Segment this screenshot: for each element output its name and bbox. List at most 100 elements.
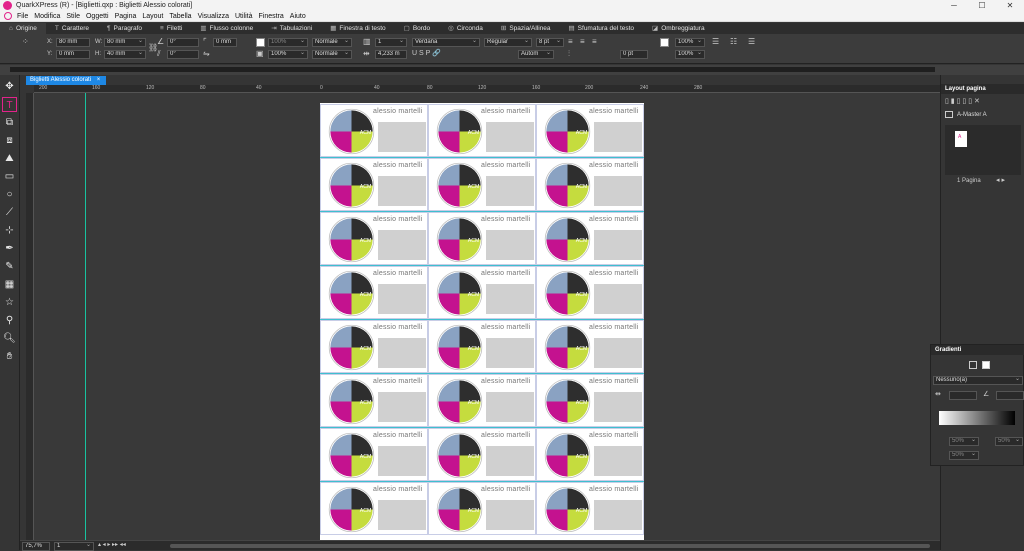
menu-oggetti[interactable]: Oggetti xyxy=(86,13,109,20)
frame-blend-field[interactable]: Normale xyxy=(312,50,352,59)
vertical-ruler[interactable] xyxy=(26,93,34,540)
menu-visualizza[interactable]: Visualizza xyxy=(198,13,229,20)
text-style-buttons[interactable]: U S P 🔗 xyxy=(412,49,441,57)
tab-filetti[interactable]: ≡ Filetti xyxy=(151,23,191,34)
gradient-pct-2[interactable]: 50% xyxy=(995,437,1023,446)
align-left-icon[interactable]: ≡ xyxy=(568,37,573,46)
text-opacity-field[interactable]: 100% xyxy=(675,38,705,47)
linking-tool-icon[interactable]: ⧉ xyxy=(2,115,17,130)
menu-finestra[interactable]: Finestra xyxy=(258,13,283,20)
zoom-tool-icon[interactable]: 🔍︎ xyxy=(2,331,17,346)
tab-ombreggiatura[interactable]: ◪ Ombreggiatura xyxy=(643,23,714,34)
numbering-icon[interactable]: ☷ xyxy=(730,37,737,46)
page-nav-icon[interactable]: ◂ ▸ xyxy=(996,176,1005,184)
pasteboard[interactable]: ACM alessio martelli ACM alessio martelli AC… xyxy=(34,93,940,540)
business-card[interactable]: ACM alessio martelli xyxy=(428,320,536,373)
business-card[interactable]: ACM alessio martelli xyxy=(536,158,644,211)
business-card[interactable]: ACM alessio martelli xyxy=(428,104,536,157)
fill-blend-field[interactable]: Normale xyxy=(312,38,352,47)
maximize-button[interactable]: ☐ xyxy=(968,0,996,11)
tab-carattere[interactable]: T Carattere xyxy=(46,23,98,34)
gradient-panel-header[interactable]: Gradienti xyxy=(931,345,1024,355)
gradient-ramp[interactable] xyxy=(939,411,1015,425)
business-card[interactable]: ACM alessio martelli xyxy=(428,158,536,211)
move-tool-icon[interactable]: ✥ xyxy=(2,79,17,94)
picture-box-tool-icon[interactable]: ⛰ xyxy=(2,151,17,166)
gradient-angle-field[interactable] xyxy=(996,391,1024,400)
fill-color-swatch[interactable] xyxy=(256,38,265,47)
corner-radius-field[interactable]: 0 mm xyxy=(213,38,237,47)
tab-spazia-allinea[interactable]: ⊞ Spazia/Allinea xyxy=(492,23,560,34)
menu-modifica[interactable]: Modifica xyxy=(34,13,60,20)
menu-file[interactable]: File xyxy=(17,13,28,20)
business-card[interactable]: ACM alessio martelli xyxy=(320,428,428,481)
fill-mode-button[interactable] xyxy=(969,361,977,369)
tab-bordo[interactable]: ▢ Bordo xyxy=(395,23,440,34)
hand-tool-icon[interactable]: ✋︎ xyxy=(2,349,17,364)
bezier-tool-icon[interactable]: ⊹ xyxy=(2,223,17,238)
tab-sfumatura-testo[interactable]: ▤ Sfumatura del testo xyxy=(560,23,644,34)
business-card[interactable]: ACM alessio martelli xyxy=(536,428,644,481)
leading-field[interactable]: Autom xyxy=(518,50,554,59)
layout-panel-icons[interactable]: ▯ ▮ ▯ ▯ ▯ ✕ xyxy=(945,97,980,105)
text-tool-icon[interactable]: T xyxy=(2,97,17,112)
menu-tabella[interactable]: Tabella xyxy=(169,13,191,20)
unlinking-tool-icon[interactable]: ⧈ xyxy=(2,133,17,148)
business-card[interactable]: ACM alessio martelli xyxy=(428,482,536,535)
fill-opacity-field[interactable]: 100% xyxy=(268,38,308,47)
menu-utilita[interactable]: Utilità xyxy=(235,13,253,20)
align-right-icon[interactable]: ≡ xyxy=(592,37,597,46)
text-shade-field[interactable]: 100% xyxy=(675,50,705,59)
business-card[interactable]: ACM alessio martelli xyxy=(320,320,428,373)
document-page[interactable]: ACM alessio martelli ACM alessio martelli AC… xyxy=(320,103,644,540)
tracking-field[interactable]: 0 pt xyxy=(620,50,648,59)
outline-icon[interactable]: ☰ xyxy=(748,37,755,46)
oval-tool-icon[interactable]: ○ xyxy=(2,187,17,202)
layout-panel-header[interactable]: Layout pagina xyxy=(941,84,1024,94)
business-card[interactable]: ACM alessio martelli xyxy=(536,104,644,157)
tab-finestra-testo[interactable]: ▦ Finestra di testo xyxy=(321,23,394,34)
font-size-field[interactable]: 8 pt xyxy=(536,38,564,47)
tab-paragrafo[interactable]: ¶ Paragrafo xyxy=(98,23,151,34)
star-tool-icon[interactable]: ☆ xyxy=(2,295,17,310)
bullets-icon[interactable]: ☰ xyxy=(712,37,719,46)
gradient-pct-1[interactable]: 50% xyxy=(949,437,979,446)
gutter-field[interactable]: 4,233 m xyxy=(375,50,407,59)
business-card[interactable]: ACM alessio martelli xyxy=(320,104,428,157)
ruler-guide[interactable] xyxy=(85,93,86,540)
menu-stile[interactable]: Stile xyxy=(66,13,80,20)
document-tab[interactable]: Biglietti Alessio colorati × xyxy=(26,76,107,85)
master-page-label[interactable]: A-Master A xyxy=(957,112,987,118)
text-color-swatch[interactable] xyxy=(660,38,669,47)
tab-circonda[interactable]: ◎ Circonda xyxy=(439,23,492,34)
menu-layout[interactable]: Layout xyxy=(142,13,163,20)
rotation-field[interactable]: 0° xyxy=(167,38,199,47)
business-card[interactable]: ACM alessio martelli xyxy=(536,482,644,535)
business-card[interactable]: ACM alessio martelli xyxy=(536,320,644,373)
page-navigation-icons[interactable]: ▴ ◂ ▸ ▸▸ ◂◂ xyxy=(98,541,126,548)
menu-aiuto[interactable]: Aiuto xyxy=(290,13,306,20)
business-card[interactable]: ACM alessio martelli xyxy=(428,374,536,427)
x-field[interactable]: 80 mm xyxy=(56,38,90,47)
horizontal-scrollbar[interactable] xyxy=(170,544,930,548)
minimize-button[interactable]: ─ xyxy=(940,0,968,11)
align-center-icon[interactable]: ≡ xyxy=(580,37,585,46)
rectangle-tool-icon[interactable]: ▭ xyxy=(2,169,17,184)
eyedropper-tool-icon[interactable]: ⚲ xyxy=(2,313,17,328)
close-button[interactable]: ✕ xyxy=(996,0,1024,11)
horizontal-ruler[interactable]: 200 160 120 80 40 0 40 80 120 160 200 24… xyxy=(34,85,940,93)
business-card[interactable]: ACM alessio martelli xyxy=(320,212,428,265)
business-card[interactable]: ACM alessio martelli xyxy=(320,374,428,427)
close-tab-icon[interactable]: × xyxy=(97,77,101,83)
flip-icon[interactable]: ⇋ xyxy=(203,49,210,58)
tab-flusso-colonne[interactable]: ▥ Flusso colonne xyxy=(191,23,262,34)
font-style-field[interactable]: Regular xyxy=(484,38,532,47)
y-field[interactable]: 0 mm xyxy=(56,50,90,59)
font-field[interactable]: Verdana xyxy=(412,38,480,47)
business-card[interactable]: ACM alessio martelli xyxy=(536,374,644,427)
frame-opacity-field[interactable]: 100% xyxy=(268,50,308,59)
tab-tabulazioni[interactable]: ⇥ Tabulazioni xyxy=(262,23,321,34)
gradient-width-field[interactable] xyxy=(949,391,977,400)
menu-pagina[interactable]: Pagina xyxy=(115,13,137,20)
tab-origine[interactable]: ⌂ Origine xyxy=(0,23,46,34)
